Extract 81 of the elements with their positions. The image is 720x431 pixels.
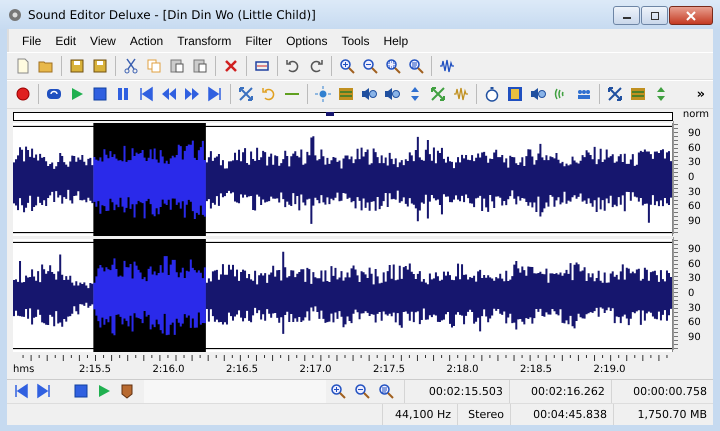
skip-start-icon[interactable] <box>13 383 29 400</box>
zoom-in-icon[interactable] <box>330 383 346 400</box>
zoom-page-icon[interactable] <box>408 58 424 74</box>
skip-end-icon[interactable] <box>207 86 223 102</box>
new-document-icon[interactable] <box>15 58 31 74</box>
time-label: 2:17.5 <box>373 364 405 374</box>
zoom-selection-icon[interactable] <box>385 58 401 74</box>
cross-arrows-icon[interactable] <box>238 86 254 102</box>
zoom-page-icon[interactable] <box>378 383 394 400</box>
menu-item[interactable]: File <box>15 34 48 48</box>
maximize-icon <box>650 12 660 20</box>
window-title: Sound Editor Deluxe - [Din Din Wo (Little Child)] <box>28 8 317 22</box>
stop-icon[interactable] <box>73 383 89 400</box>
equalizer-icon[interactable] <box>338 86 354 102</box>
menu-item[interactable]: View <box>83 34 123 48</box>
menu-item[interactable]: Action <box>122 34 170 48</box>
undo-icon[interactable] <box>285 58 301 74</box>
minimize-button[interactable] <box>613 6 640 25</box>
record-icon[interactable] <box>15 86 31 102</box>
menu-item[interactable]: Options <box>279 34 334 48</box>
clipboard-icon[interactable] <box>169 58 185 74</box>
zoom-out-icon[interactable] <box>354 383 370 400</box>
menu-item[interactable]: Edit <box>48 34 84 48</box>
time-label: 2:18.5 <box>520 364 552 374</box>
amplitude-label: 30 <box>688 273 702 286</box>
menu-item[interactable]: Transform <box>170 34 238 48</box>
time-label: 2:16.5 <box>226 364 258 374</box>
waveform-icon[interactable] <box>439 58 455 74</box>
waveform-drawing[interactable] <box>13 122 672 236</box>
overview-bar[interactable] <box>13 112 673 120</box>
waveform-drawing[interactable] <box>13 238 672 352</box>
amplitude-label: 60 <box>688 142 702 155</box>
scissors-icon[interactable] <box>123 58 139 74</box>
menu-item[interactable]: Tools <box>334 34 376 48</box>
sun-icon[interactable] <box>315 86 331 102</box>
amplitude-label: 90 <box>688 244 702 256</box>
time-label: 2:16.0 <box>152 364 184 374</box>
time-label: 2:17.0 <box>300 364 332 374</box>
time-unit-label: hms <box>13 364 34 374</box>
marker-icon[interactable] <box>119 383 135 400</box>
time-label: 2:15.5 <box>79 364 111 374</box>
tuning-icon[interactable] <box>630 86 646 102</box>
film-icon[interactable] <box>507 86 523 102</box>
pause-icon[interactable] <box>115 86 131 102</box>
zoom-in-icon[interactable] <box>339 58 355 74</box>
delete-icon[interactable] <box>223 58 239 74</box>
stop-icon[interactable] <box>92 86 108 102</box>
status-field: Stereo <box>457 404 510 425</box>
skip-end-icon[interactable] <box>36 383 52 400</box>
close-icon <box>685 10 697 20</box>
fast-forward-icon[interactable] <box>184 86 200 102</box>
status-field: 44,100 Hz <box>382 404 457 425</box>
scale-header: norm <box>682 108 710 120</box>
amplitude-label: 0 <box>688 172 696 184</box>
menu-item[interactable]: Help <box>376 34 416 48</box>
menu-item[interactable]: Filter <box>238 34 280 48</box>
amplitude-label: 60 <box>688 201 702 214</box>
clipboard-icon[interactable] <box>192 58 208 74</box>
amplitude-label: 60 <box>688 258 702 271</box>
amplitude-label: 60 <box>688 317 702 330</box>
status-field: 00:04:45.838 <box>510 404 613 425</box>
time-label: 2:19.0 <box>594 364 626 374</box>
expand-arrows-icon[interactable] <box>607 86 623 102</box>
zoom-out-icon[interactable] <box>362 58 378 74</box>
redo-icon[interactable] <box>308 58 324 74</box>
amplitude-label: 30 <box>688 157 702 170</box>
amplitude-label: 30 <box>688 186 702 199</box>
amplitude-label: 30 <box>688 302 702 315</box>
skip-start-icon[interactable] <box>138 86 154 102</box>
status-field: 1,750.70 MB <box>613 404 713 425</box>
maximize-button[interactable] <box>641 6 668 25</box>
amplitude-label: 0 <box>688 288 696 300</box>
close-button[interactable] <box>669 6 713 25</box>
amplitude-label: 90 <box>688 216 702 228</box>
branch-arrows-icon[interactable] <box>430 86 446 102</box>
amplitude-label: 90 <box>688 128 702 140</box>
amplitude-label: 90 <box>688 332 702 344</box>
stopwatch-icon[interactable] <box>484 86 500 102</box>
time-label: 2:18.0 <box>446 364 478 374</box>
rewind-icon[interactable] <box>161 86 177 102</box>
toolbar-overflow-button[interactable]: » <box>696 86 705 102</box>
